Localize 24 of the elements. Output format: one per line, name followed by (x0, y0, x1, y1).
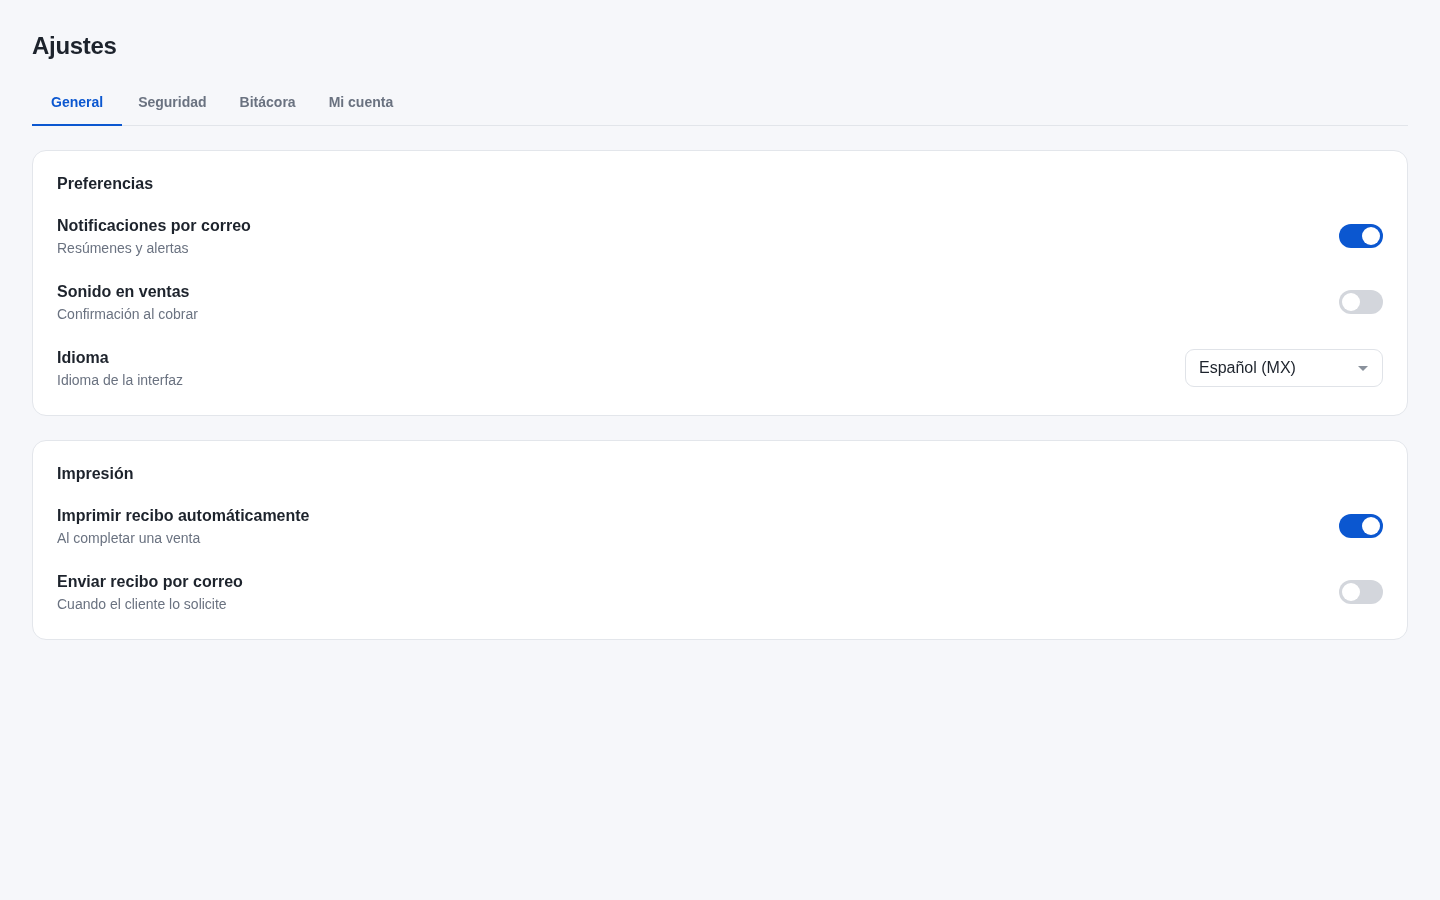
setting-description: Al completar una venta (57, 529, 202, 546)
toggle-switch[interactable] (1339, 224, 1383, 248)
tab[interactable]: Seguridad (121, 94, 224, 126)
dropdown-value: Español (MX) (1199, 359, 1296, 377)
setting-description: Idioma de la interfaz (57, 371, 184, 388)
setting-description: Resúmenes y alertas (57, 239, 190, 256)
section-title: Preferencias (57, 175, 155, 193)
setting-label: Imprimir recibo automáticamente (57, 506, 310, 525)
setting-label: Notificaciones por correo (57, 216, 251, 235)
tab[interactable]: General (32, 94, 123, 126)
tab[interactable]: Bitácora (222, 94, 313, 126)
toggle-switch[interactable] (1339, 580, 1383, 604)
setting-description: Confirmación al cobrar (57, 305, 198, 322)
setting-description: Cuando el cliente lo solicite (57, 595, 228, 612)
page-title: Ajustes (32, 32, 118, 60)
setting-label: Sonido en ventas (57, 282, 191, 301)
toggle-switch[interactable] (1339, 290, 1383, 314)
toggle-switch[interactable] (1339, 514, 1383, 538)
setting-label: Enviar recibo por correo (57, 572, 243, 591)
language-dropdown[interactable]: Español (MX) (1185, 349, 1383, 387)
section-title: Impresión (57, 465, 135, 483)
caret-icon (1358, 365, 1368, 371)
tab[interactable]: Mi cuenta (311, 94, 411, 126)
setting-label: Idioma (57, 348, 110, 367)
